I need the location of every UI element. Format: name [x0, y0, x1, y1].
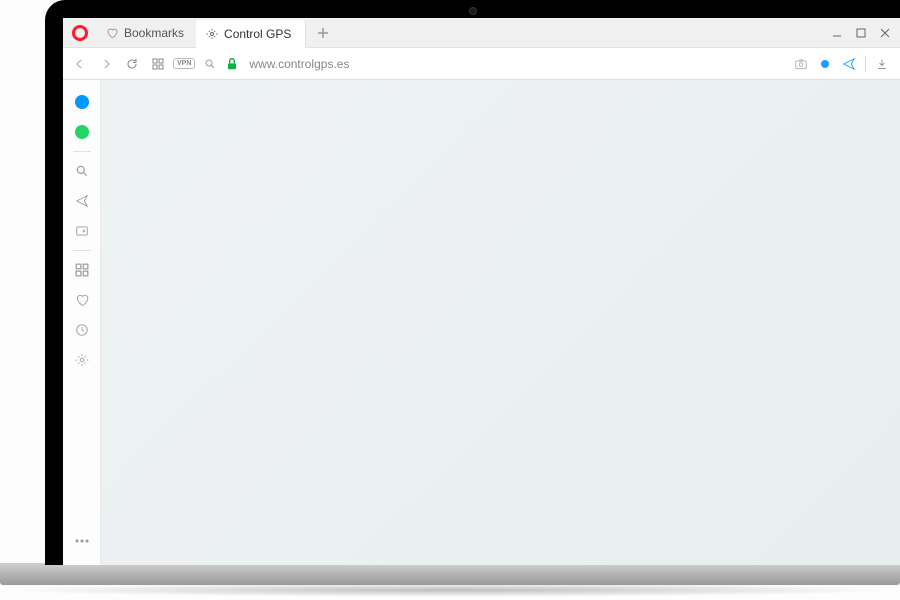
laptop-frame: Bookmarks Control GPS	[45, 0, 900, 565]
send-button[interactable]	[841, 56, 857, 72]
url-input[interactable]: www.controlgps.es	[243, 57, 789, 71]
vpn-badge[interactable]: VPN	[173, 58, 195, 69]
sidebar-personal-news[interactable]	[68, 217, 96, 245]
laptop-base	[0, 563, 900, 585]
gear-icon	[75, 353, 89, 367]
sidebar-separator	[73, 151, 91, 152]
opera-menu-button[interactable]	[66, 19, 94, 47]
search-button[interactable]	[199, 53, 221, 75]
plus-icon	[318, 28, 328, 38]
lock-icon	[225, 57, 239, 71]
messenger-icon	[75, 95, 89, 109]
maximize-icon	[856, 28, 866, 38]
chevron-right-icon	[101, 59, 111, 69]
adblock-indicator[interactable]	[817, 56, 833, 72]
snapshot-button[interactable]	[793, 56, 809, 72]
tab-bar: Bookmarks Control GPS	[63, 18, 900, 48]
laptop-shadow	[0, 583, 900, 597]
whatsapp-icon	[75, 125, 89, 139]
download-icon	[876, 58, 888, 70]
camera-icon	[794, 57, 808, 71]
new-tab-button[interactable]	[310, 20, 336, 46]
sidebar-whatsapp[interactable]	[68, 118, 96, 146]
reload-button[interactable]	[121, 53, 143, 75]
search-icon	[75, 164, 89, 178]
sidebar-settings[interactable]	[68, 346, 96, 374]
sidebar-more[interactable]	[68, 527, 96, 555]
more-icon	[75, 539, 89, 543]
minimize-icon	[832, 28, 842, 38]
speed-dial-button[interactable]	[147, 53, 169, 75]
close-icon	[880, 28, 890, 38]
sidebar-search[interactable]	[68, 157, 96, 185]
window-controls	[826, 22, 900, 44]
send-icon	[75, 194, 89, 208]
address-bar: VPN www.controlgps.es	[63, 48, 900, 80]
browser-window: Bookmarks Control GPS	[63, 18, 900, 565]
sidebar-separator	[73, 250, 91, 251]
bookmarks-tab-label: Bookmarks	[124, 26, 184, 40]
search-icon	[204, 58, 216, 70]
separator	[865, 56, 866, 72]
chevron-left-icon	[75, 59, 85, 69]
sidebar-messenger[interactable]	[68, 88, 96, 116]
bookmarks-tab[interactable]: Bookmarks	[94, 18, 196, 48]
back-button[interactable]	[69, 53, 91, 75]
close-button[interactable]	[874, 22, 896, 44]
page-content	[101, 80, 900, 565]
heart-icon	[75, 293, 89, 307]
clock-icon	[75, 323, 89, 337]
minimize-button[interactable]	[826, 22, 848, 44]
sidebar-bookmarks[interactable]	[68, 286, 96, 314]
gear-icon	[206, 28, 218, 40]
grid-icon	[75, 263, 89, 277]
maximize-button[interactable]	[850, 22, 872, 44]
dot-icon	[821, 60, 829, 68]
downloads-button[interactable]	[874, 56, 890, 72]
camera-icon	[469, 7, 477, 15]
sidebar-speed-dial[interactable]	[68, 256, 96, 284]
active-tab[interactable]: Control GPS	[196, 20, 306, 48]
opera-logo-icon	[72, 25, 88, 41]
news-icon	[75, 224, 89, 238]
address-bar-actions	[793, 56, 894, 72]
heart-icon	[106, 27, 118, 39]
sidebar-history[interactable]	[68, 316, 96, 344]
grid-icon	[152, 58, 164, 70]
tab-title: Control GPS	[224, 27, 291, 41]
send-icon	[842, 57, 856, 71]
reload-icon	[126, 58, 138, 70]
sidebar-flow[interactable]	[68, 187, 96, 215]
forward-button[interactable]	[95, 53, 117, 75]
browser-body	[63, 80, 900, 565]
sidebar	[63, 80, 101, 565]
